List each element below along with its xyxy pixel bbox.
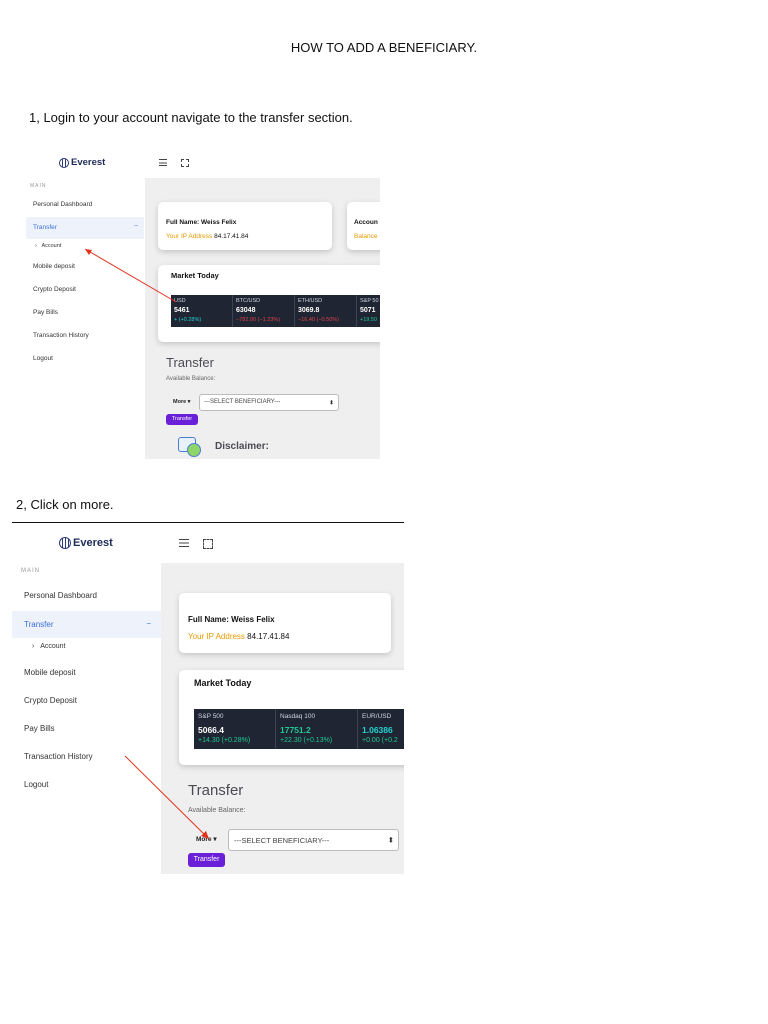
step-2-text: 2, Click on more.	[16, 497, 114, 512]
annotation-arrow	[84, 248, 177, 303]
annotation-arrow	[124, 755, 210, 840]
document-title: HOW TO ADD A BENEFICIARY.	[290, 40, 478, 55]
screenshot-step-1: Everest MAIN Personal Dashboard Transfer…	[22, 150, 380, 459]
divider-line	[12, 522, 404, 523]
annotation-arrow-line	[84, 248, 177, 303]
step-1-text: 1, Login to your account navigate to the…	[29, 110, 353, 125]
annotation-arrow-line	[124, 755, 210, 840]
screenshot-step-2: Everest MAIN Personal Dashboard Transfer…	[12, 526, 404, 874]
